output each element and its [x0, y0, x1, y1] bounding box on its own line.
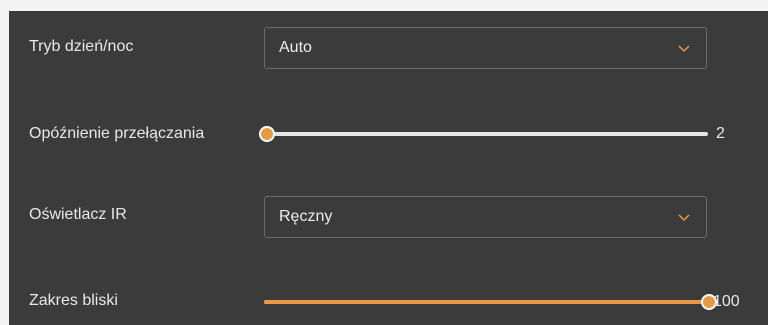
day-night-select-value: Auto [279, 39, 312, 56]
switch-delay-value: 2 [716, 125, 725, 142]
day-night-select[interactable]: Auto [264, 27, 707, 69]
ir-illuminator-label: Oświetlacz IR [29, 206, 127, 223]
ir-illuminator-select-value: Ręczny [279, 208, 333, 225]
chevron-down-icon [678, 45, 690, 53]
near-range-value: 100 [713, 293, 740, 310]
near-range-slider[interactable] [264, 292, 717, 312]
ir-illuminator-select[interactable]: Ręczny [264, 196, 707, 238]
chevron-down-icon [678, 214, 690, 222]
slider-fill [264, 300, 709, 304]
day-night-label: Tryb dzień/noc [29, 38, 134, 55]
slider-handle[interactable] [259, 126, 275, 142]
switch-delay-label: Opóźnienie przełączania [29, 125, 205, 142]
near-range-label: Zakres bliski [29, 292, 118, 309]
settings-panel: Tryb dzień/noc Auto Opóźnienie przełącza… [9, 11, 768, 325]
switch-delay-slider[interactable] [259, 124, 708, 144]
slider-track [267, 132, 708, 136]
